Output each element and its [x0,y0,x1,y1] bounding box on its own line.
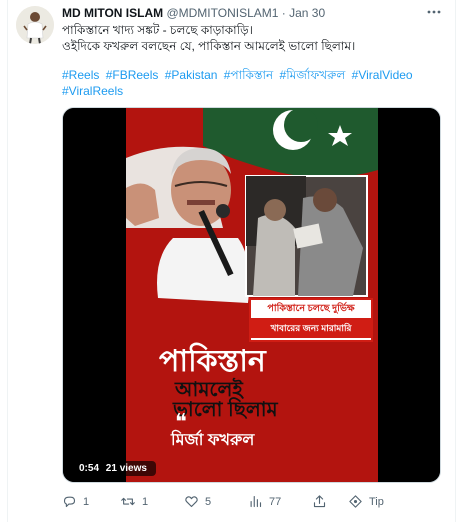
hashtag-link[interactable]: #Reels [62,68,99,82]
hashtag-link[interactable]: #ViralVideo [352,68,413,82]
speaker-figure [157,238,250,303]
tip-icon [348,494,363,509]
avatar[interactable] [16,6,54,44]
tip-button[interactable]: Tip [348,494,384,509]
reply-icon [62,494,77,509]
like-icon [184,494,199,509]
video-duration-badge: 0:54 21 views [74,461,156,476]
video-frame [63,108,440,482]
tweet-text: পাকিস্তানে খাদ্য সঙ্কট - চলছে কাড়াকাড়ি… [62,22,442,54]
hashtag-link[interactable]: #পাকিস্তান [224,68,273,82]
author-handle[interactable]: @MDMITONISLAM1 [166,6,278,20]
reply-count: 1 [83,495,90,508]
tweet-text-line1: পাকিস্তানে খাদ্য সঙ্কট - চলছে কাড়াকাড়ি… [62,23,253,37]
video-title-line1: পাকিস্তান [159,345,266,378]
action-bar: 1 1 5 77 Tip [62,494,442,512]
avatar-image [16,6,54,44]
video-speaker: মির্জা ফখরুল [171,432,255,449]
tweet-text-line2: ওইদিকে ফখরুল বলছেন যে, পাকিস্তান আমলেই ভ… [62,39,356,53]
caption-line2: খাবারের জন্য মারামারি [251,318,371,338]
header-separator: · [281,6,286,20]
views-icon [248,494,263,509]
tip-label: Tip [369,495,384,508]
hashtag-list: #Reels #FBReels #Pakistan #পাকিস্তান #মি… [62,67,422,99]
more-icon[interactable] [426,4,442,23]
video-player[interactable]: পাকিস্তানে চলছে দুর্ভিক্ষ খাবারের জন্য ম… [62,107,441,483]
video-duration: 0:54 [79,463,100,474]
hashtag-link[interactable]: #Pakistan [165,68,218,82]
timeline-border-right [455,0,456,522]
timeline-border-left [7,0,8,522]
caption-line1: পাকিস্তানে চলছে দুর্ভিক্ষ [267,303,355,314]
share-button[interactable] [312,494,327,509]
hashtag-link[interactable]: #FBReels [106,68,159,82]
reply-button[interactable]: 1 [62,494,89,509]
retweet-button[interactable]: 1 [120,494,148,509]
tweet-header: MD MITON ISLAM @MDMITONISLAM1 · Jan 30 [62,6,325,20]
video-views: 21 views [105,463,147,474]
views-button[interactable]: 77 [248,494,281,509]
like-count: 5 [205,495,212,508]
retweet-count: 1 [142,495,149,508]
share-icon [312,494,327,509]
hashtag-link[interactable]: #মির্জাফখরুল [280,68,346,82]
views-count: 77 [269,495,282,508]
tweet-date[interactable]: Jan 30 [289,6,325,20]
retweet-icon [120,494,136,509]
like-button[interactable]: 5 [184,494,211,509]
caption-box: পাকিস্তানে চলছে দুর্ভিক্ষ খাবারের জন্য ম… [249,298,373,342]
video-title-line3: ভালো ছিলাম [173,399,278,421]
author-name[interactable]: MD MITON ISLAM [62,6,163,20]
hashtag-link[interactable]: #ViralReels [62,84,123,98]
